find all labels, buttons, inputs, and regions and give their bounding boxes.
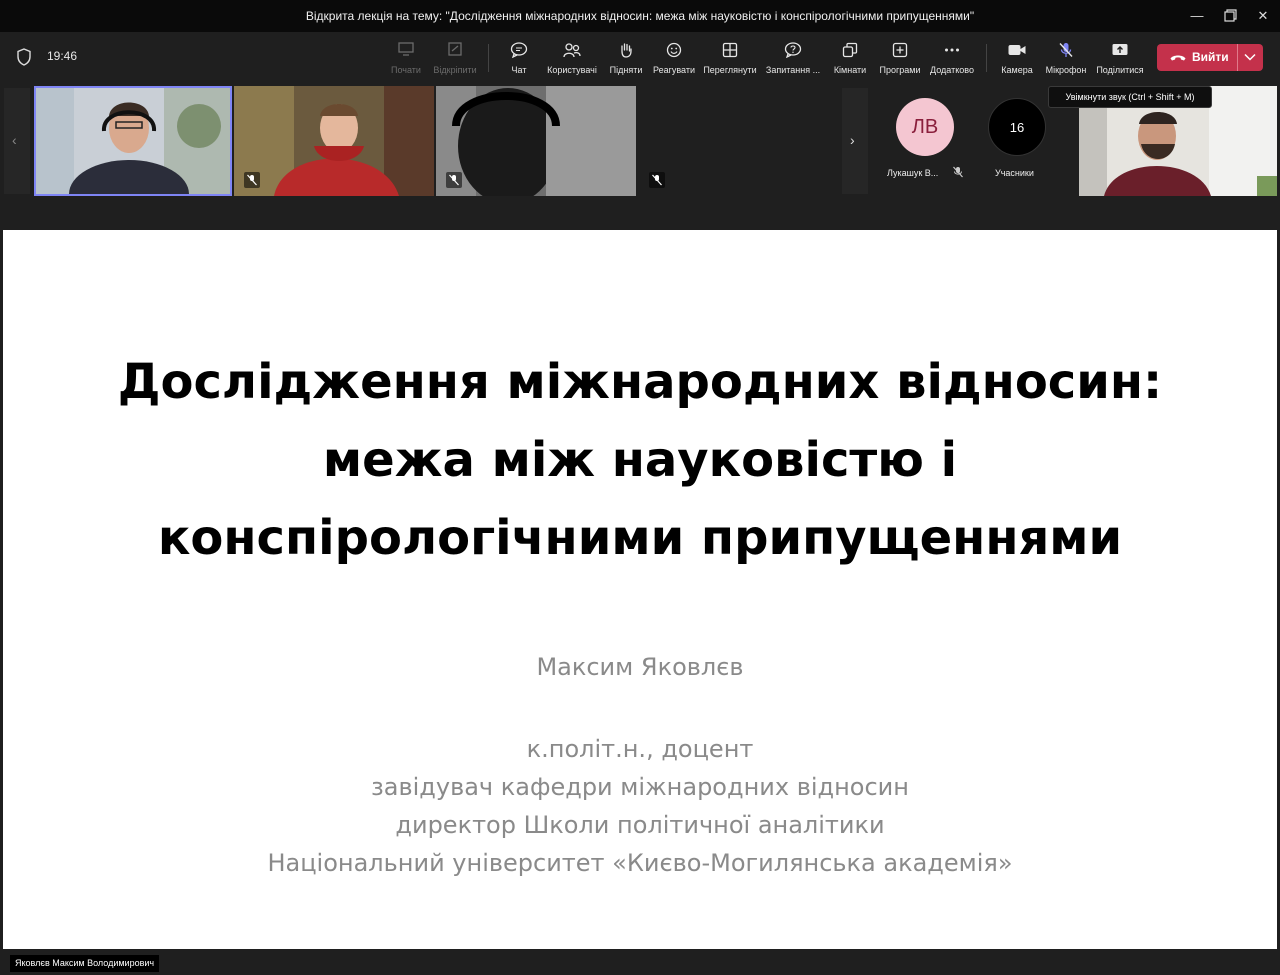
meeting-timer: 19:46	[47, 49, 78, 63]
video-tile-presenter[interactable]	[34, 86, 232, 196]
toolbar-separator	[986, 44, 987, 72]
participants-count-button[interactable]: 16	[988, 98, 1046, 156]
shield-icon	[17, 48, 31, 66]
question-icon	[762, 42, 824, 64]
smile-icon	[650, 42, 698, 64]
toolbar-separator	[488, 44, 489, 72]
affiliation-line-2: завідувач кафедри міжнародних відносин	[371, 773, 909, 801]
leave-divider	[1237, 44, 1238, 71]
camera-icon	[998, 42, 1036, 64]
participant-3-video	[436, 86, 636, 196]
qa-button[interactable]: Запитання ...	[762, 38, 824, 78]
apps-button[interactable]: Програми	[876, 38, 924, 78]
chevron-down-icon[interactable]	[1243, 51, 1257, 63]
unpin-button[interactable]: Відкріпити	[430, 38, 480, 78]
chat-icon	[502, 42, 536, 64]
presenter-video	[34, 86, 232, 196]
leave-button[interactable]: Вийти	[1157, 44, 1263, 71]
minimize-icon[interactable]: —	[1180, 0, 1214, 32]
participants-count: 16	[988, 98, 1046, 156]
affiliation-line-4: Національний університет «Києво-Могилянс…	[267, 849, 1013, 877]
slide-author: Максим Яковлєв	[536, 653, 744, 681]
rooms-icon	[830, 42, 870, 64]
slide-title-line-3: конспірологічними припущеннями	[157, 510, 1123, 566]
rooms-button[interactable]: Кімнати	[830, 38, 870, 78]
title-bar: Відкрита лекція на тему: "Дослідження мі…	[0, 0, 1280, 32]
video-tile-participant-3[interactable]	[436, 86, 636, 196]
share-button[interactable]: Поділитися	[1094, 38, 1146, 78]
camera-button[interactable]: Камера	[998, 38, 1036, 78]
muted-mic-icon	[244, 172, 260, 188]
react-button[interactable]: Реагувати	[650, 38, 698, 78]
more-button[interactable]: Додатково	[928, 38, 976, 78]
hand-icon	[606, 42, 646, 64]
slide-title-line-1: Дослідження міжнародних відносин:	[117, 354, 1163, 410]
start-button[interactable]: Почати	[386, 38, 426, 78]
stage-footer: Яковлєв Максим Володимирович	[0, 949, 1280, 975]
meeting-toolbar: 19:46 Почати Відкріпити Чат Користувачі …	[0, 32, 1280, 82]
muted-mic-icon	[953, 166, 963, 178]
participant-avatar-lv[interactable]: ЛВ	[896, 98, 954, 156]
start-icon	[386, 42, 426, 64]
mic-tooltip: Увімкнути звук (Ctrl + Shift + M)	[1048, 86, 1212, 108]
apps-icon	[876, 42, 924, 64]
participant-2-video	[234, 86, 434, 196]
video-tile-participant-2[interactable]	[234, 86, 434, 196]
microphone-button[interactable]: Мікрофон	[1042, 38, 1090, 78]
unpin-icon	[430, 42, 480, 64]
slide-affiliation: к.політ.н., доцент завідувач кафедри між…	[3, 730, 1277, 882]
more-icon	[928, 42, 976, 64]
muted-mic-icon	[446, 172, 462, 188]
avatar: ЛВ	[896, 98, 954, 156]
presenter-name-tag: Яковлєв Максим Володимирович	[10, 955, 160, 972]
muted-mic-icon	[649, 172, 665, 188]
chat-button[interactable]: Чат	[502, 38, 536, 78]
share-icon	[1094, 42, 1146, 64]
people-icon	[543, 42, 601, 64]
raise-hand-button[interactable]: Підняти	[606, 38, 646, 78]
scroll-right-button[interactable]: ›	[842, 88, 868, 194]
affiliation-line-1: к.політ.н., доцент	[526, 735, 754, 763]
close-icon[interactable]: ✕	[1246, 0, 1280, 32]
shared-slide: Дослідження міжнародних відносин: межа м…	[3, 230, 1277, 949]
restore-icon[interactable]	[1213, 0, 1247, 32]
leave-label: Вийти	[1192, 50, 1229, 64]
participants-label: Учасники	[995, 168, 1034, 178]
slide-title: Дослідження міжнародних відносин: межа м…	[3, 343, 1277, 577]
window-title: Відкрита лекція на тему: "Дослідження мі…	[305, 9, 975, 23]
slide-title-line-2: межа між науковістю і	[322, 432, 958, 488]
phone-hangup-icon	[1170, 55, 1186, 61]
people-button[interactable]: Користувачі	[543, 38, 601, 78]
chevron-left-icon: ‹	[12, 132, 17, 148]
affiliation-line-3: директор Школи політичної аналітики	[395, 811, 885, 839]
participant-name: Лукашук В...	[887, 168, 939, 178]
mic-off-icon	[1042, 42, 1090, 64]
grid-icon	[702, 42, 758, 64]
scroll-left-button[interactable]: ‹	[4, 88, 30, 194]
chevron-right-icon: ›	[850, 132, 855, 148]
view-button[interactable]: Переглянути	[702, 38, 758, 78]
